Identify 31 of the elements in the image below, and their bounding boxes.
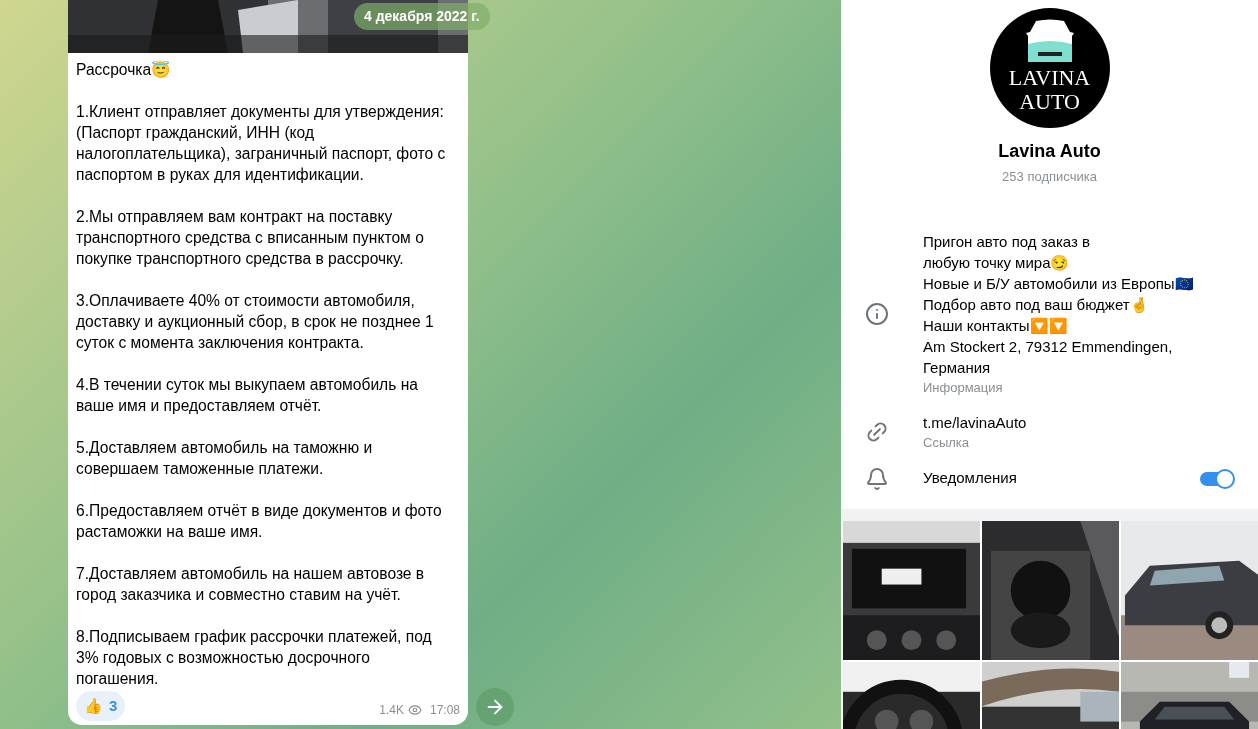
message-paragraph: Рассрочка😇 <box>76 59 172 80</box>
link-label: Ссылка <box>923 433 971 452</box>
view-count: 1.4K <box>379 702 404 719</box>
description-line: Пригон авто под заказ в <box>923 231 1091 252</box>
info-label: Информация <box>923 378 1004 397</box>
logo-text: LAVINA <box>1008 66 1091 90</box>
description-line: Am Stockert 2, 79312 Emmendingen, Германия <box>923 336 1174 378</box>
message-paragraph: 7.Доставляем автомобиль на нашем автовозе в город заказчика и совместно ставим на учёт. <box>76 564 426 605</box>
notifications-label: Уведомления <box>923 468 1018 489</box>
message-time: 17:08 <box>429 702 460 719</box>
message-paragraph: 8.Подписываем график рассрочки платежей, под 3% годовых с возможностью досрочного погашения. <box>76 627 433 689</box>
channel-name: Lavina Auto <box>998 140 1101 163</box>
message-paragraph: 4.В течении суток мы выкупаем автомобиль на ваше имя и предоставляем отчёт. <box>76 375 419 416</box>
info-icon <box>865 302 889 326</box>
toggle-switch[interactable] <box>1200 471 1234 486</box>
description-line: любую точку мира😏 <box>923 252 1071 273</box>
message-paragraph: 3.Оплачиваете 40% от стоимости автомобиля, доставку и аукционный сбор, в срок не позднее 1 суток с момента заключения контракта. <box>76 291 435 353</box>
message-paragraph: 1.Клиент отправляет документы для утверждения: (Паспорт гражданский, ИНН (код налогоплательщика), заграничный паспорт, фото с паспортом в руках для идентификации. <box>76 102 447 185</box>
date-badge: 4 декабря 2022 г. <box>354 3 490 30</box>
channel-link[interactable]: t.me/lavinaAuto <box>923 411 1027 433</box>
eye-icon <box>407 703 422 717</box>
description-line: Новые и Б/У автомобили из Европы🇪🇺 <box>923 273 1195 294</box>
forward-button[interactable] <box>476 688 514 726</box>
subscriber-count: 253 подписчика <box>1002 168 1097 186</box>
description-line: Наши контакты🔽🔽 <box>923 315 1069 336</box>
message-paragraph: 6.Предоставляем отчёт в виде документов и фото растаможки на ваше имя. <box>76 501 443 542</box>
description-line: Подбор авто под ваш бюджет🤞 <box>923 294 1150 315</box>
bell-icon <box>865 466 889 491</box>
logo-text: AUTO <box>1019 90 1080 114</box>
message-paragraph: 5.Доставляем автомобиль на таможню и совершаем таможенные платежи. <box>76 438 374 479</box>
message-paragraph: 2.Мы отправляем вам контракт на поставку транспортного средства с вписанным пунктом о покупке транспортного средства в рассрочку. <box>76 207 425 269</box>
